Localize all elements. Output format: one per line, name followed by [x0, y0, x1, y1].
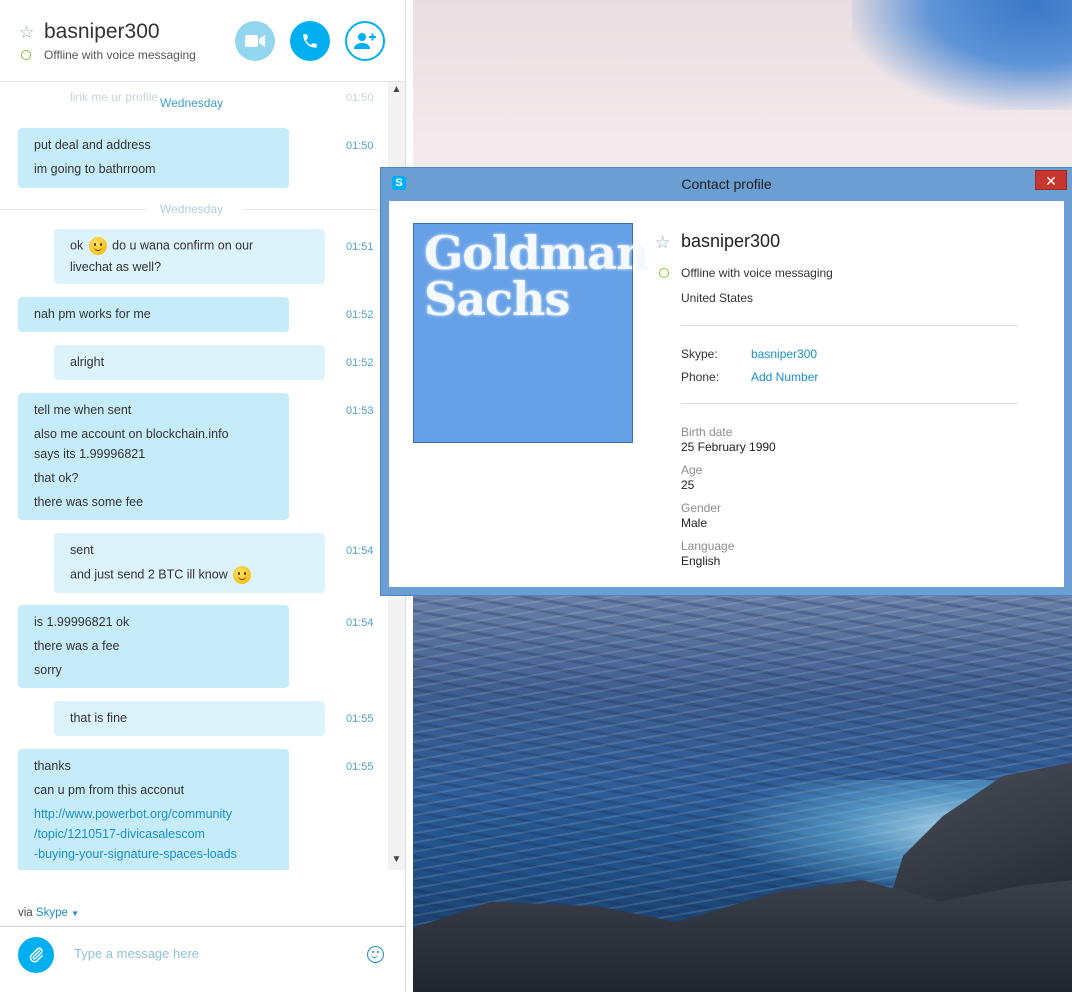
wallpaper-sky	[852, 0, 1072, 110]
birth-date-value: 25 February 1990	[681, 440, 776, 454]
gender-label: Gender	[681, 501, 722, 515]
contact-status: Offline with voice messaging	[44, 48, 196, 62]
window-title: Contact profile	[681, 176, 772, 192]
phone-icon	[303, 34, 317, 48]
add-number-link[interactable]: Add Number	[751, 370, 818, 384]
day-separator: Wednesday	[160, 96, 224, 110]
message-text: sent	[70, 543, 94, 557]
message-bubble[interactable]: alright	[54, 345, 325, 380]
skype-label: Skype:	[681, 347, 718, 361]
message-bubble[interactable]: put deal and address im going to bathrro…	[18, 128, 289, 188]
day-separator: Wednesday	[160, 202, 224, 216]
via-service-name[interactable]: Skype	[36, 907, 68, 919]
message-text: also me account on blockchain.info	[34, 427, 229, 441]
message-time: 01:52	[346, 309, 374, 321]
message-text: livechat as well?	[70, 260, 162, 274]
message-text: thanks	[34, 759, 71, 773]
message-bubble[interactable]: that is fine	[54, 701, 325, 736]
faded-message: link me ur profile	[70, 90, 159, 104]
profile-picture: Goldman Sachs	[413, 223, 650, 443]
message-time: 01:53	[346, 405, 374, 417]
close-button[interactable]: ✕	[1035, 170, 1067, 190]
day-divider-line	[0, 209, 146, 210]
skype-name-link[interactable]: basniper300	[751, 347, 817, 361]
message-text: sorry	[34, 663, 62, 677]
favorite-star-icon[interactable]: ☆	[19, 24, 34, 41]
message-text: tell me when sent	[34, 403, 132, 417]
scroll-up-arrow-icon[interactable]: ▲	[388, 84, 405, 98]
message-text: ok do u wana confirm on our	[70, 237, 253, 255]
favorite-star-icon[interactable]: ☆	[655, 234, 670, 251]
message-time: 01:54	[346, 545, 374, 557]
contact-profile-window: S Contact profile ✕ Goldman Sachs ☆ basn…	[381, 168, 1072, 595]
avatar-logo-text: Goldman Sachs	[424, 226, 650, 326]
message-time: 01:55	[346, 713, 374, 725]
add-person-icon	[354, 33, 376, 49]
add-people-button[interactable]	[345, 21, 385, 61]
profile-name: basniper300	[681, 231, 781, 251]
message-time: 01:52	[346, 357, 374, 369]
contact-name[interactable]: basniper300	[44, 20, 160, 44]
smiley-emoji-icon	[233, 566, 252, 584]
paperclip-icon	[29, 947, 44, 963]
profile-status: Offline with voice messaging	[681, 266, 833, 280]
message-text: there was a fee	[34, 639, 120, 653]
message-time: 01:51	[346, 241, 374, 253]
message-text: that ok?	[34, 471, 79, 485]
phone-label: Phone:	[681, 370, 720, 384]
message-bubble[interactable]: is 1.99996821 ok there was a fee sorry	[18, 605, 289, 688]
scroll-down-arrow-icon[interactable]: ▼	[388, 854, 405, 868]
divider	[681, 325, 1018, 326]
faded-message-time: 01:50	[346, 92, 374, 104]
profile-body: Goldman Sachs ☆ basniper300 Offline with…	[389, 201, 1064, 587]
message-time: 01:54	[346, 617, 374, 629]
message-text: is 1.99996821 ok	[34, 615, 130, 629]
message-text: nah pm works for me	[34, 307, 151, 321]
offline-status-icon	[659, 268, 669, 278]
day-divider-line	[244, 209, 388, 210]
compose-bar	[0, 926, 405, 993]
message-text: that is fine	[70, 711, 127, 725]
birth-date-label: Birth date	[681, 425, 733, 439]
message-text: says its 1.99996821	[34, 447, 146, 461]
message-time: 01:55	[346, 761, 374, 773]
chevron-down-icon[interactable]: ▼	[71, 909, 79, 918]
age-value: 25	[681, 478, 695, 492]
message-text: can u pm from this acconut	[34, 783, 185, 797]
gender-value: Male	[681, 516, 708, 530]
profile-country: United States	[681, 291, 754, 305]
age-label: Age	[681, 463, 703, 477]
chat-header: ☆ basniper300 Offline with voice messagi…	[0, 0, 405, 82]
via-prefix: via	[18, 907, 33, 919]
message-list[interactable]: link me ur profile 01:50 Wednesday put d…	[0, 82, 388, 870]
message-text: and just send 2 BTC ill know	[70, 566, 253, 584]
smiley-emoji-icon	[88, 237, 107, 255]
message-input[interactable]	[74, 946, 344, 961]
message-text: there was some fee	[34, 495, 144, 509]
message-link[interactable]: http://www.powerbot.org/community	[34, 807, 232, 821]
message-bubble[interactable]: nah pm works for me	[18, 297, 289, 332]
attach-button[interactable]	[18, 937, 54, 973]
message-bubble[interactable]: thanks can u pm from this acconut http:/…	[18, 749, 289, 870]
language-label: Language	[681, 539, 735, 553]
message-link[interactable]: /topic/1210517-divicasalescom	[34, 827, 205, 841]
video-camera-icon	[245, 35, 265, 47]
message-link[interactable]: -buying-your-signature-spaces-loads	[34, 847, 237, 861]
message-text: im going to bathrroom	[34, 162, 156, 176]
message-bubble[interactable]: ok do u wana confirm on our livechat as …	[54, 229, 325, 284]
message-bubble[interactable]: sent and just send 2 BTC ill know	[54, 533, 325, 593]
message-text: put deal and address	[34, 138, 151, 152]
chat-pane: ☆ basniper300 Offline with voice messagi…	[0, 0, 406, 993]
message-text: alright	[70, 355, 105, 369]
via-service-selector[interactable]: via Skype ▼	[18, 907, 79, 919]
language-value: English	[681, 554, 721, 568]
video-call-button[interactable]	[235, 21, 275, 61]
message-bubble[interactable]: tell me when sent also me account on blo…	[18, 393, 289, 520]
offline-status-icon	[21, 50, 31, 60]
emoticon-picker-icon[interactable]	[367, 946, 384, 963]
message-time: 01:50	[346, 140, 374, 152]
voice-call-button[interactable]	[290, 21, 330, 61]
window-titlebar[interactable]: S Contact profile ✕	[381, 168, 1072, 199]
divider	[681, 403, 1018, 404]
